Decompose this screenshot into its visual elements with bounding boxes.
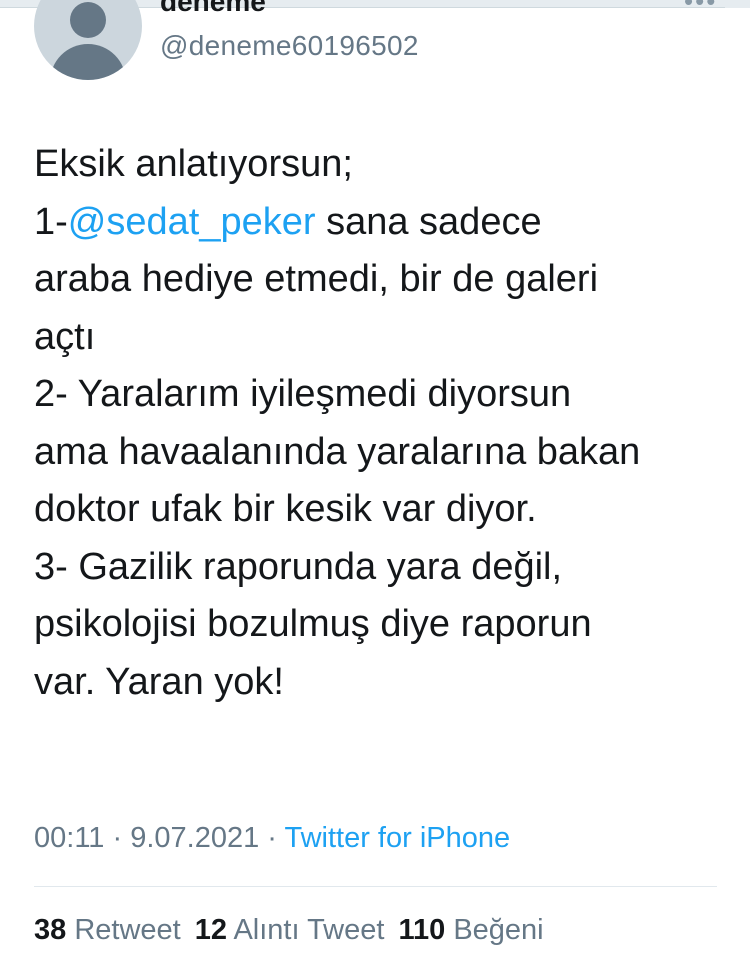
tweet-line: var. Yaran yok!	[34, 660, 284, 703]
likes-label: Beğeni	[453, 914, 544, 946]
retweets-stat[interactable]: 38 Retweet	[34, 914, 181, 947]
mention-link[interactable]: @sedat_peker	[68, 201, 316, 243]
avatar-head	[70, 2, 106, 38]
tweet-line-suffix: sana sadece	[315, 200, 542, 243]
tweet-source-link[interactable]: Twitter for iPhone	[284, 822, 510, 854]
more-icon[interactable]: •••	[684, 0, 717, 17]
tweet-line: Eksik anlatıyorsun;	[34, 143, 353, 185]
tweet-line: açtı	[34, 315, 96, 358]
avatar-body	[50, 44, 126, 80]
tweet-meta: 00:11 · 9.07.2021 · Twitter for iPhone	[34, 822, 510, 855]
meta-separator: ·	[259, 822, 285, 854]
quotes-label: Alıntı Tweet	[233, 914, 385, 946]
meta-divider	[34, 886, 717, 887]
tweet-line-prefix: 1-	[34, 200, 68, 243]
author-handle[interactable]: @deneme60196502	[160, 30, 419, 62]
tweet-date[interactable]: 9.07.2021	[130, 822, 259, 854]
tweet-line: 2- Yaralarım iyileşmedi diyorsun	[34, 373, 572, 415]
tweet-line: araba hediye etmedi, bir de galeri	[34, 258, 599, 300]
retweets-label: Retweet	[74, 914, 181, 946]
author-display-name[interactable]: deneme	[160, 0, 266, 18]
tweet-line: ama havaalanında yaralarına bakan	[34, 430, 641, 473]
likes-count: 110	[398, 914, 446, 946]
tweet-line: 1-@sedat_peker sana sadece	[34, 194, 724, 252]
quotes-count: 12	[194, 914, 227, 946]
tweet-line: doktor ufak bir kesik var diyor.	[34, 488, 537, 530]
tweet-line: psikolojisi bozulmuş diye raporun	[34, 603, 592, 645]
tweet-text: Eksik anlatıyorsun; 1-@sedat_peker sana …	[34, 136, 724, 711]
tweet-time[interactable]: 00:11	[34, 822, 104, 854]
likes-stat[interactable]: 110 Beğeni	[398, 914, 543, 947]
tweet-line: 3- Gazilik raporunda yara değil,	[34, 545, 563, 588]
retweets-count: 38	[34, 914, 67, 946]
avatar[interactable]	[34, 0, 142, 80]
quotes-stat[interactable]: 12 Alıntı Tweet	[195, 914, 385, 947]
meta-separator: ·	[104, 822, 131, 854]
tweet-stats: 38 Retweet 12 Alıntı Tweet 110 Beğeni	[34, 914, 558, 947]
